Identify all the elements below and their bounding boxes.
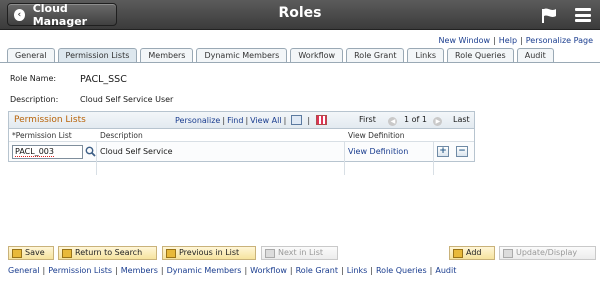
tab-divider <box>0 62 600 63</box>
col-divider <box>433 142 434 175</box>
tab-members[interactable]: Members <box>140 48 194 62</box>
bottom-links: General | Permission Lists | Members | Dynamic… <box>8 266 457 275</box>
bottom-link-workflow[interactable]: Workflow <box>250 266 287 275</box>
row-description: Cloud Self Service <box>100 147 173 156</box>
col-permission-list: *Permission List <box>12 131 72 140</box>
grid-header: Permission Lists Personalize | Find | View A… <box>9 112 474 129</box>
find-link[interactable]: Find <box>227 116 243 125</box>
tab-dynamic-members[interactable]: Dynamic Members <box>196 48 288 62</box>
add-button[interactable]: Add <box>449 246 495 260</box>
view-definition-link[interactable]: View Definition <box>348 147 408 156</box>
flag-icon[interactable] <box>540 7 558 24</box>
add-icon <box>453 248 463 258</box>
update-display-button[interactable]: Update/Display <box>499 246 596 260</box>
bottom-link-members[interactable]: Members <box>121 266 158 275</box>
bottom-link-permission-lists[interactable]: Permission Lists <box>48 266 112 275</box>
tab-role-queries[interactable]: Role Queries <box>447 48 514 62</box>
save-icon <box>12 248 22 258</box>
add-row-button[interactable]: + <box>437 146 449 157</box>
grid-nav: Personalize | Find | View All | | <box>175 115 328 125</box>
page-range: 1 of 1 <box>403 115 427 124</box>
return-icon <box>62 248 72 258</box>
last-link[interactable]: Last <box>453 115 470 124</box>
app-header: ‹ Cloud Manager Roles <box>0 0 600 30</box>
col-divider <box>344 142 345 175</box>
zoom-icon[interactable] <box>291 115 303 125</box>
tab-bar: General Permission Lists Members Dynamic… <box>7 48 557 62</box>
bottom-link-general[interactable]: General <box>8 266 40 275</box>
help-link[interactable]: Help <box>499 36 517 45</box>
next-icon <box>265 248 275 258</box>
description-label: Description: <box>10 95 59 104</box>
tab-general[interactable]: General <box>7 48 55 62</box>
role-name-value: PACL_SSC <box>80 74 127 85</box>
personalize-page-link[interactable]: Personalize Page <box>526 36 593 45</box>
tab-audit[interactable]: Audit <box>516 48 554 62</box>
download-grid-icon[interactable] <box>316 115 328 125</box>
personalize-link[interactable]: Personalize <box>175 116 220 125</box>
tab-workflow[interactable]: Workflow <box>290 48 344 62</box>
tab-role-grant[interactable]: Role Grant <box>346 48 405 62</box>
hamburger-menu-icon[interactable] <box>575 8 591 22</box>
bottom-link-links[interactable]: Links <box>347 266 368 275</box>
view-all-link[interactable]: View All <box>250 116 281 125</box>
page-links: New Window | Help | Personalize Page <box>438 36 593 45</box>
description-value: Cloud Self Service User <box>80 95 174 104</box>
delete-row-button[interactable]: − <box>456 146 468 157</box>
permission-list-input[interactable]: PACL_003 <box>12 145 83 159</box>
prev-arrow-icon[interactable]: ◀ <box>388 117 398 126</box>
next-arrow-icon[interactable]: ▶ <box>433 117 443 126</box>
bottom-link-audit[interactable]: Audit <box>435 266 456 275</box>
grid-pager: First ◀ 1 of 1 ▶ Last <box>359 115 470 126</box>
previous-icon <box>166 248 176 258</box>
tab-permission-lists[interactable]: Permission Lists <box>57 48 138 62</box>
col-view-definition: View Definition <box>348 131 405 140</box>
grid-title: Permission Lists <box>14 115 86 125</box>
first-link[interactable]: First <box>359 115 376 124</box>
col-divider <box>96 142 97 175</box>
save-button[interactable]: Save <box>8 246 54 260</box>
previous-in-list-button[interactable]: Previous in List <box>162 246 256 260</box>
next-in-list-button[interactable]: Next in List <box>261 246 338 260</box>
role-name-label: Role Name: <box>10 74 57 83</box>
update-icon <box>503 248 513 258</box>
return-to-search-button[interactable]: Return to Search <box>58 246 157 260</box>
col-description: Description <box>100 131 143 140</box>
tab-links[interactable]: Links <box>407 48 445 62</box>
permission-lists-grid: Permission Lists Personalize | Find | View A… <box>8 111 475 175</box>
grid-column-headers: *Permission List Description View Defini… <box>9 129 474 142</box>
bottom-link-role-queries[interactable]: Role Queries <box>376 266 427 275</box>
table-row: PACL_003 Cloud Self Service View Definit… <box>9 142 474 161</box>
page-title: Roles <box>278 5 322 21</box>
new-window-link[interactable]: New Window <box>439 36 491 45</box>
lookup-icon[interactable] <box>85 146 96 157</box>
bottom-link-dynamic-members[interactable]: Dynamic Members <box>167 266 242 275</box>
bottom-link-role-grant[interactable]: Role Grant <box>296 266 338 275</box>
